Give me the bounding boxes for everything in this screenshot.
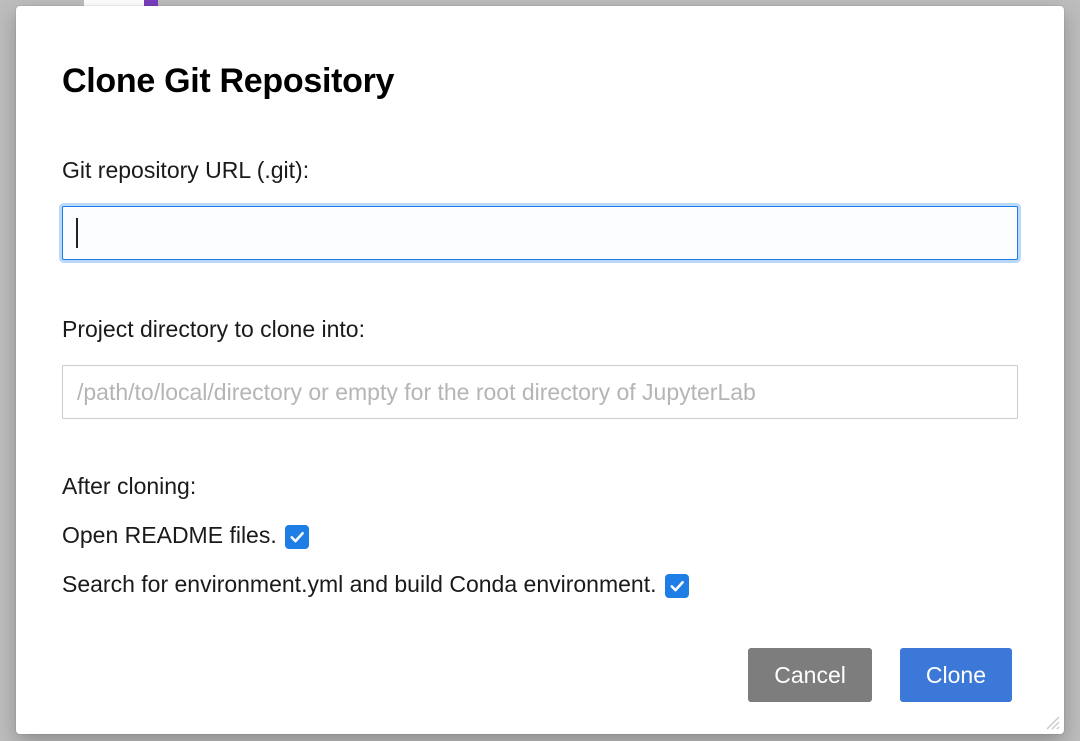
build-conda-row: Search for environment.yml and build Con… xyxy=(62,571,1018,598)
git-url-input[interactable] xyxy=(62,206,1018,260)
directory-input[interactable] xyxy=(62,365,1018,419)
build-conda-label: Search for environment.yml and build Con… xyxy=(62,571,657,598)
directory-label: Project directory to clone into: xyxy=(62,316,1018,343)
check-icon xyxy=(288,528,306,546)
check-icon xyxy=(668,577,686,595)
resize-handle[interactable] xyxy=(1044,714,1060,730)
cancel-button[interactable]: Cancel xyxy=(748,648,872,702)
directory-field-group: Project directory to clone into: xyxy=(62,316,1018,419)
url-label: Git repository URL (.git): xyxy=(62,157,1018,184)
dialog-title: Clone Git Repository xyxy=(62,62,1018,101)
text-caret xyxy=(76,218,78,248)
dialog-button-row: Cancel Clone xyxy=(62,648,1018,710)
resize-grip-icon xyxy=(1044,714,1060,730)
clone-button[interactable]: Clone xyxy=(900,648,1012,702)
build-conda-checkbox[interactable] xyxy=(665,574,689,598)
open-readme-checkbox[interactable] xyxy=(285,525,309,549)
after-cloning-section: After cloning: Open README files. Search… xyxy=(62,473,1018,620)
url-field-group: Git repository URL (.git): xyxy=(62,157,1018,260)
open-readme-row: Open README files. xyxy=(62,522,1018,549)
after-cloning-label: After cloning: xyxy=(62,473,1018,500)
clone-git-dialog: Clone Git Repository Git repository URL … xyxy=(16,6,1064,734)
open-readme-label: Open README files. xyxy=(62,522,277,549)
